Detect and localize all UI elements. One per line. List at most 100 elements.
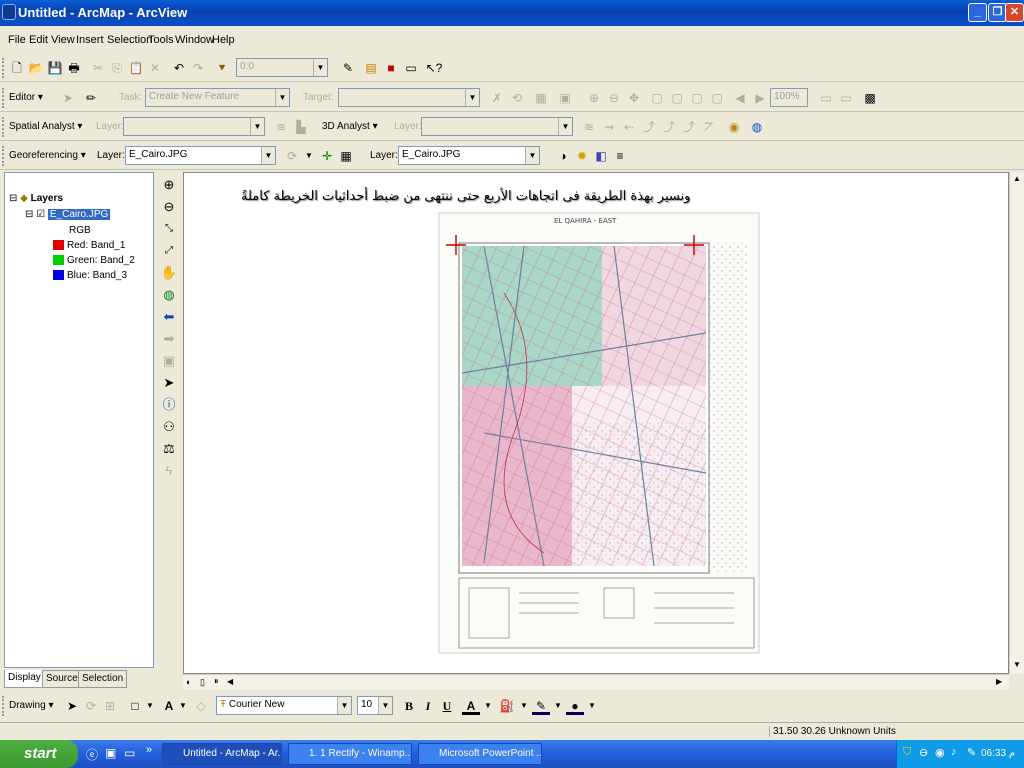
- identify-icon[interactable]: ⓘ: [160, 396, 178, 414]
- open-folder-icon[interactable]: 📂: [27, 59, 45, 77]
- marker-color-icon[interactable]: ●: [566, 697, 584, 715]
- effects-layer-combo[interactable]: E_Cairo.JPG ▼: [398, 146, 540, 165]
- zoom-in-icon[interactable]: ⊕: [160, 176, 178, 194]
- map-display[interactable]: EL QAHIRA - EAST ونسير بهذة الطريقة فى ا…: [183, 172, 1009, 674]
- contrast-icon[interactable]: ◑: [554, 147, 572, 165]
- task-combo[interactable]: Create New Feature ▼: [145, 88, 290, 107]
- sketch-properties-icon[interactable]: ▣: [556, 89, 574, 107]
- layout-zoom-out-icon[interactable]: ⊖: [605, 89, 623, 107]
- minimize-button[interactable]: _: [968, 3, 987, 22]
- data-view-icon[interactable]: ◐: [186, 677, 191, 687]
- fill-color-icon[interactable]: ⛽: [498, 697, 516, 715]
- new-document-icon[interactable]: 🗋: [8, 59, 26, 77]
- tab-selection[interactable]: Selection: [78, 670, 128, 688]
- refresh-icon[interactable]: ⏸: [214, 676, 219, 687]
- print-icon[interactable]: 🖶: [65, 59, 83, 77]
- interpolate-point-icon[interactable]: ⤴: [640, 118, 658, 136]
- scroll-left-icon[interactable]: ◀: [227, 677, 233, 686]
- taskbar-arcmap[interactable]: Untitled - ArcMap - Ar...: [162, 743, 282, 765]
- editor-menu[interactable]: Editor ▾: [9, 92, 43, 103]
- underline-button[interactable]: U: [438, 697, 456, 715]
- contour-icon[interactable]: ≋: [272, 118, 290, 136]
- georef-layer-combo[interactable]: E_Cairo.JPG ▼: [125, 146, 276, 165]
- back-arrow-icon[interactable]: ⬅: [160, 308, 178, 326]
- save-icon[interactable]: 💾: [46, 59, 64, 77]
- start-button[interactable]: start: [0, 740, 78, 768]
- fixed-zoom-out-icon[interactable]: ▢: [708, 89, 726, 107]
- vertical-scrollbar[interactable]: ▲ ▼: [1009, 172, 1024, 674]
- interpolate-polygon-icon[interactable]: ⤴: [680, 118, 698, 136]
- steepest-path-icon[interactable]: ⇝: [600, 118, 618, 136]
- copy-icon[interactable]: ⎘: [108, 59, 126, 77]
- spatial-analyst-menu[interactable]: Spatial Analyst ▾: [9, 121, 82, 132]
- add-data-icon[interactable]: ⯆: [213, 59, 231, 77]
- spatial-layer-combo[interactable]: ▼: [123, 117, 265, 136]
- menu-view[interactable]: View: [51, 34, 75, 46]
- desktop-quicklaunch-icon[interactable]: ▭: [124, 746, 135, 760]
- antivirus-tray-icon[interactable]: ◉: [935, 746, 945, 759]
- volume-tray-icon[interactable]: ♪: [951, 746, 957, 758]
- horizontal-scrollbar[interactable]: ◐ ▯ ⏸ ◀ ▶: [183, 674, 1009, 690]
- close-button[interactable]: ✕: [1005, 3, 1024, 22]
- select-elements-icon[interactable]: ➤: [63, 697, 81, 715]
- arcglobe-icon[interactable]: ◍: [748, 118, 766, 136]
- next-extent-icon[interactable]: ▶: [751, 89, 769, 107]
- redo-icon[interactable]: ↷: [189, 59, 207, 77]
- media-quicklaunch-icon[interactable]: ▣: [105, 746, 116, 760]
- layout-view-icon[interactable]: ▯: [200, 677, 205, 688]
- fixed-zoom-in-icon[interactable]: ⤡: [160, 220, 178, 238]
- font-color-icon[interactable]: A: [462, 697, 480, 715]
- fixed-zoom-out-icon[interactable]: ⤢: [160, 242, 178, 260]
- font-size-combo[interactable]: 10 ▼: [357, 696, 393, 715]
- attributes-icon[interactable]: ▦: [532, 89, 550, 107]
- focus-data-frame-icon[interactable]: ▭: [837, 89, 855, 107]
- scroll-up-icon[interactable]: ▲: [1013, 174, 1021, 183]
- select-elements-icon[interactable]: ➤: [160, 374, 178, 392]
- zoom-percent-combo[interactable]: 100%: [770, 88, 808, 107]
- layer-e-cairo[interactable]: ⊟ ☑ E_Cairo.JPG: [25, 209, 111, 220]
- change-layout-icon[interactable]: ▩: [861, 89, 879, 107]
- split-tool-icon[interactable]: ✗: [488, 89, 506, 107]
- contour-3d-icon[interactable]: ≋: [580, 118, 598, 136]
- add-control-points-icon[interactable]: ✛: [318, 147, 336, 165]
- font-combo[interactable]: Ŧ Courier New ▼: [216, 696, 352, 715]
- full-extent-globe-icon[interactable]: ◍: [160, 286, 178, 304]
- arccatalog-icon[interactable]: ▤: [362, 59, 380, 77]
- ie-quicklaunch-icon[interactable]: ⓔ: [86, 746, 98, 763]
- line-color-dropdown-icon[interactable]: ▼: [549, 697, 567, 715]
- font-color-dropdown-icon[interactable]: ▼: [479, 697, 497, 715]
- layers-root[interactable]: ⊟ ◆ Layers: [9, 193, 63, 204]
- drawing-menu[interactable]: Drawing ▾: [9, 700, 53, 711]
- georeferencing-menu[interactable]: Georeferencing ▾: [9, 150, 86, 161]
- 3d-analyst-menu[interactable]: 3D Analyst ▾: [322, 121, 378, 132]
- target-combo[interactable]: ▼: [338, 88, 480, 107]
- paste-icon[interactable]: 📋: [127, 59, 145, 77]
- undo-icon[interactable]: ↶: [170, 59, 188, 77]
- menu-tools[interactable]: Tools: [148, 34, 174, 46]
- scroll-down-icon[interactable]: ▼: [1013, 660, 1021, 669]
- toggle-draft-icon[interactable]: ▭: [817, 89, 835, 107]
- zoom-out-icon[interactable]: ⊖: [160, 198, 178, 216]
- scroll-right-icon[interactable]: ▶: [996, 677, 1002, 686]
- edit-vertices-icon[interactable]: ◇: [192, 697, 210, 715]
- arcscene-icon[interactable]: ◉: [725, 118, 743, 136]
- rotate-tool-icon[interactable]: ⟲: [508, 89, 526, 107]
- effects-menu-icon[interactable]: ≡: [611, 147, 629, 165]
- measure-icon[interactable]: ⚖: [160, 440, 178, 458]
- brightness-icon[interactable]: ✹: [573, 147, 591, 165]
- layout-zoom-in-icon[interactable]: ⊕: [585, 89, 603, 107]
- menu-window[interactable]: Window: [175, 34, 214, 46]
- tab-display[interactable]: Display: [4, 670, 45, 688]
- menu-edit[interactable]: Edit: [29, 34, 48, 46]
- map-scale-combo[interactable]: 0:0 ▼: [236, 58, 328, 77]
- transparency-icon[interactable]: ◧: [592, 147, 610, 165]
- georef-dropdown-icon[interactable]: ▼: [300, 147, 318, 165]
- zoom-to-selected-icon[interactable]: ⊞: [101, 697, 119, 715]
- layout-pan-icon[interactable]: ✥: [625, 89, 643, 107]
- tab-source[interactable]: Source: [42, 670, 82, 688]
- interpolate-line-icon[interactable]: ⤴: [660, 118, 678, 136]
- quicklaunch-more-icon[interactable]: »: [146, 744, 152, 756]
- taskbar-powerpoint[interactable]: Microsoft PowerPoint ...: [418, 743, 542, 765]
- fixed-zoom-in-icon[interactable]: ▢: [688, 89, 706, 107]
- profile-graph-icon[interactable]: ⦢: [700, 118, 718, 136]
